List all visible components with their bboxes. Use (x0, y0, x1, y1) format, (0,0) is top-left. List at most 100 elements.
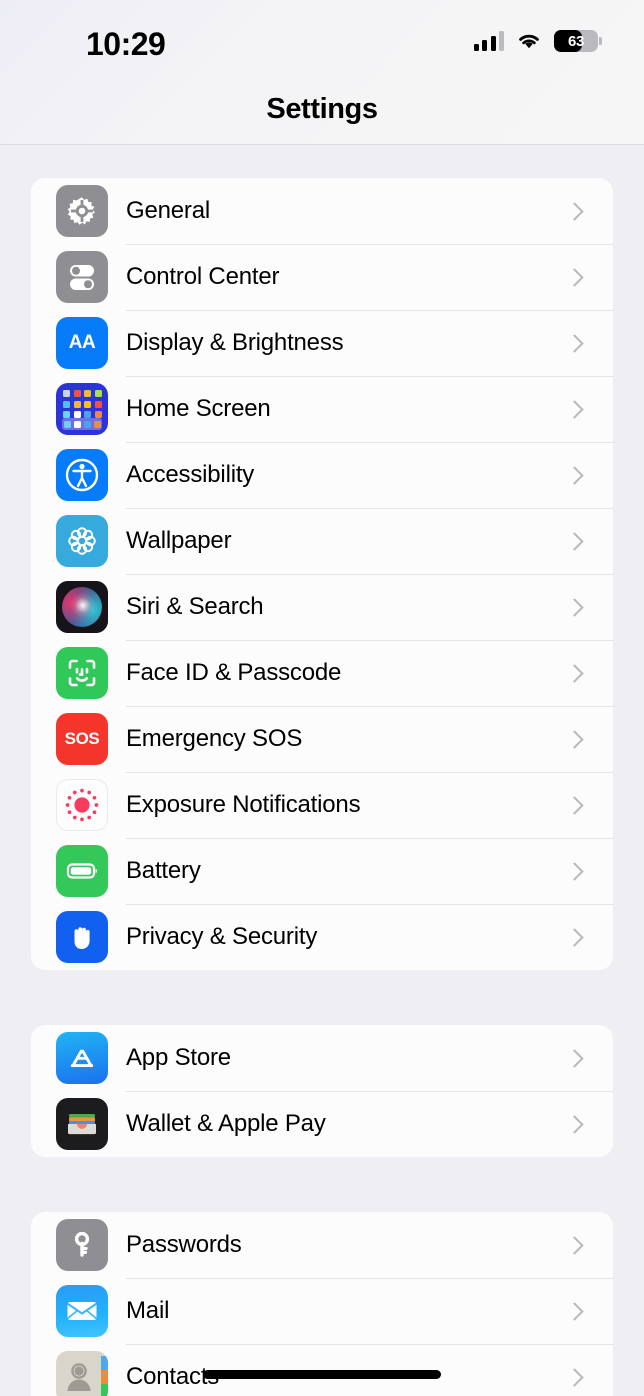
chevron-right-icon (568, 861, 580, 882)
settings-row-accessibility[interactable]: Accessibility (31, 442, 613, 508)
chevron-right-icon (568, 927, 580, 948)
settings-row-label: Battery (126, 857, 201, 884)
settings-row-privacy-security[interactable]: Privacy & Security (31, 904, 613, 970)
chevron-right-icon (568, 729, 580, 750)
settings-row-label: Passwords (126, 1231, 242, 1258)
app-dock-dot (83, 420, 91, 428)
settings-row-general[interactable]: General (31, 178, 613, 244)
chevron-right-icon (568, 1301, 580, 1322)
battery-percent-label: 63 (567, 32, 585, 50)
settings-group-accounts: Passwords Mail Contacts (31, 1212, 613, 1396)
settings-row-label: Emergency SOS (126, 725, 303, 752)
accessibility-person-icon (56, 449, 108, 501)
chevron-right-icon (568, 267, 580, 288)
key-icon (56, 1219, 108, 1271)
settings-row-label: Face ID & Passcode (126, 659, 342, 686)
status-bar-indicators: 63 (473, 30, 602, 52)
app-grid-dot (63, 400, 70, 408)
cellular-signal-icon (473, 31, 504, 51)
chevron-right-icon (568, 399, 580, 420)
chevron-right-icon (568, 1114, 580, 1135)
settings-row-label: Mail (126, 1297, 170, 1324)
settings-row-label: Accessibility (126, 461, 255, 488)
hand-privacy-icon (56, 911, 108, 963)
contacts-tab (101, 1384, 108, 1396)
app-grid-dot (94, 390, 102, 397)
siri-orb-icon (56, 581, 108, 633)
settings-row-mail[interactable]: Mail (31, 1278, 613, 1344)
settings-row-exposure-notifications[interactable]: Exposure Notifications (31, 772, 613, 838)
app-grid-dot (84, 400, 91, 408)
chevron-right-icon (568, 201, 580, 222)
settings-row-home-screen[interactable]: Home Screen (31, 376, 613, 442)
battery-icon: 63 (554, 30, 602, 52)
chevron-right-icon (568, 597, 580, 618)
app-grid-dot (73, 411, 81, 418)
contacts-person-icon (56, 1351, 108, 1396)
settings-row-label: Exposure Notifications (126, 791, 361, 818)
chevron-right-icon (568, 531, 580, 552)
home-indicator-bar[interactable] (203, 1370, 441, 1379)
contacts-tab (101, 1356, 108, 1370)
settings-row-label: Wallpaper (126, 527, 232, 554)
settings-row-label: Display & Brightness (126, 329, 344, 356)
navigation-header: 10:29 63 Settings (0, 0, 644, 145)
settings-row-label: App Store (126, 1044, 231, 1071)
settings-row-label: Siri & Search (126, 593, 264, 620)
status-bar: 10:29 63 (0, 0, 644, 80)
settings-row-wallpaper[interactable]: Wallpaper (31, 508, 613, 574)
settings-row-emergency-sos[interactable]: SOS Emergency SOS (31, 706, 613, 772)
app-dock-dot (63, 420, 71, 428)
settings-row-app-store[interactable]: App Store (31, 1025, 613, 1091)
app-grid-dot (73, 390, 81, 397)
settings-group-store: App Store Wallet & Apple Pay (31, 1025, 613, 1157)
chevron-right-icon (568, 795, 580, 816)
app-dock-dot (73, 420, 81, 428)
app-grid-dot (84, 390, 91, 397)
app-grid-dot (94, 400, 102, 408)
app-grid-dot (84, 411, 91, 418)
wifi-icon (516, 31, 542, 51)
settings-row-label: Home Screen (126, 395, 271, 422)
exposure-dots-icon (56, 779, 108, 831)
app-grid-dot (63, 411, 70, 418)
sos-icon: SOS (56, 713, 108, 765)
settings-row-label: Control Center (126, 263, 280, 290)
app-grid-dot (63, 390, 70, 397)
settings-row-display-brightness[interactable]: AA Display & Brightness (31, 310, 613, 376)
flower-mandala-icon (56, 515, 108, 567)
settings-row-wallet-apple-pay[interactable]: Wallet & Apple Pay (31, 1091, 613, 1157)
settings-group-system: General Control Center AA Display & Brig… (31, 178, 613, 970)
settings-row-passwords[interactable]: Passwords (31, 1212, 613, 1278)
app-store-icon (56, 1032, 108, 1084)
page-title: Settings (266, 93, 378, 125)
settings-row-label: General (126, 197, 210, 224)
settings-row-label: Privacy & Security (126, 923, 318, 950)
chevron-right-icon (568, 663, 580, 684)
face-id-icon (56, 647, 108, 699)
wallet-icon (56, 1098, 108, 1150)
chevron-right-icon (568, 1367, 580, 1388)
app-grid-icon (56, 383, 108, 435)
settings-row-face-id-passcode[interactable]: Face ID & Passcode (31, 640, 613, 706)
settings-row-battery[interactable]: Battery (31, 838, 613, 904)
settings-list: General Control Center AA Display & Brig… (0, 145, 644, 1396)
status-bar-clock: 10:29 (86, 26, 166, 62)
settings-row-control-center[interactable]: Control Center (31, 244, 613, 310)
chevron-right-icon (568, 1235, 580, 1256)
gear-icon (56, 185, 108, 237)
iphone-settings-screen: 10:29 63 Settings General Control Center… (0, 0, 644, 1396)
chevron-right-icon (568, 333, 580, 354)
envelope-icon (56, 1285, 108, 1337)
chevron-right-icon (568, 465, 580, 486)
contacts-tab (101, 1370, 108, 1384)
aa-text-size-icon: AA (56, 317, 108, 369)
settings-row-siri-search[interactable]: Siri & Search (31, 574, 613, 640)
app-grid-dot (73, 400, 81, 408)
toggles-icon (56, 251, 108, 303)
app-dock-dot (93, 420, 101, 428)
settings-row-label: Wallet & Apple Pay (126, 1110, 326, 1137)
app-grid-dot (94, 411, 102, 418)
battery-icon (56, 845, 108, 897)
chevron-right-icon (568, 1048, 580, 1069)
